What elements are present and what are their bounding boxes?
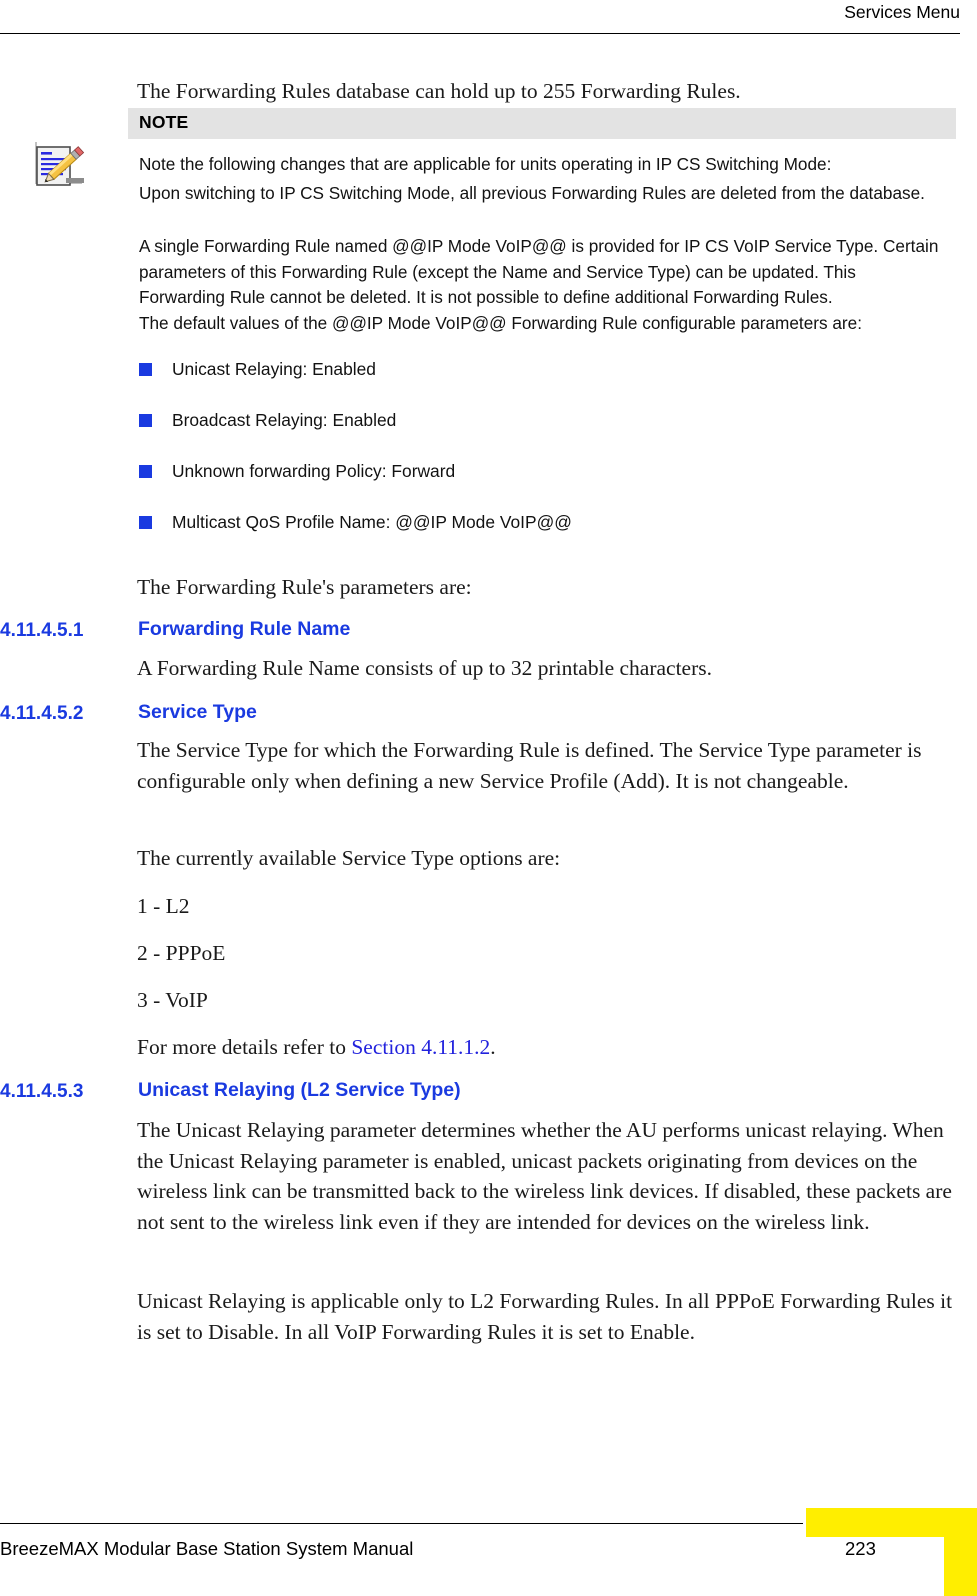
service-type-option-1: 1 - L2: [137, 894, 190, 918]
section-2-body-2: The currently available Service Type opt…: [137, 846, 561, 870]
bullet-square-icon: [139, 414, 152, 427]
footer-page-number: 223: [845, 1538, 876, 1559]
list-item: Unicast Relaying: Enabled: [139, 357, 939, 383]
note-paragraph-1: Note the following changes that are appl…: [139, 154, 832, 174]
bullet-square-icon: [139, 465, 152, 478]
cross-reference-paragraph: For more details refer to Section 4.11.1…: [137, 1032, 957, 1063]
section-heading-forwarding-rule-name[interactable]: Forwarding Rule Name: [138, 618, 350, 641]
list-item-label: Unicast Relaying: Enabled: [172, 359, 376, 379]
cross-reference-suffix: .: [490, 1035, 496, 1059]
cross-reference-prefix: For more details refer to: [137, 1035, 352, 1059]
intro-paragraph: The Forwarding Rules database can hold u…: [137, 79, 741, 103]
section-1-body: A Forwarding Rule Name consists of up to…: [137, 656, 712, 680]
note-paragraph-3: A single Forwarding Rule named @@IP Mode…: [139, 236, 939, 307]
list-item: Unknown forwarding Policy: Forward: [139, 459, 939, 485]
header-divider-rule: [0, 33, 960, 34]
page-header: Services Menu: [0, 0, 977, 44]
section-number-3: 4.11.4.5.3: [0, 1081, 84, 1102]
section-heading-unicast-relaying[interactable]: Unicast Relaying (L2 Service Type): [138, 1079, 461, 1102]
section-2-body: The Service Type for which the Forwardin…: [137, 738, 922, 793]
section-3-body: The Unicast Relaying parameter determine…: [137, 1118, 952, 1234]
note-pencil-icon: [26, 138, 98, 198]
list-item: Broadcast Relaying: Enabled: [139, 408, 939, 434]
footer-divider-rule: [0, 1523, 803, 1524]
running-header-title: Services Menu: [844, 2, 960, 22]
bullet-square-icon: [139, 363, 152, 376]
note-paragraph-4: The default values of the @@IP Mode VoIP…: [139, 313, 862, 333]
lead-in-paragraph: The Forwarding Rule's parameters are:: [137, 575, 472, 599]
cross-reference-link[interactable]: Section 4.11.1.2: [351, 1035, 490, 1059]
section-heading-service-type[interactable]: Service Type: [138, 701, 257, 724]
footer-manual-title: BreezeMAX Modular Base Station System Ma…: [0, 1538, 414, 1559]
list-item-label: Unknown forwarding Policy: Forward: [172, 461, 456, 481]
service-type-option-3: 3 - VoIP: [137, 988, 208, 1012]
section-number-2: 4.11.4.5.2: [0, 703, 84, 724]
list-item: Multicast QoS Profile Name: @@IP Mode Vo…: [139, 510, 939, 536]
page-tab-marker-vertical: [944, 1508, 977, 1596]
section-3-body-2: Unicast Relaying is applicable only to L…: [137, 1289, 953, 1344]
note-paragraph-2: Upon switching to IP CS Switching Mode, …: [139, 183, 925, 203]
note-title-bar: NOTE: [128, 108, 956, 139]
note-label: NOTE: [139, 112, 189, 132]
list-item-label: Multicast QoS Profile Name: @@IP Mode Vo…: [172, 512, 572, 532]
section-number-1: 4.11.4.5.1: [0, 620, 84, 641]
bullet-square-icon: [139, 516, 152, 529]
service-type-option-2: 2 - PPPoE: [137, 941, 226, 965]
list-item-label: Broadcast Relaying: Enabled: [172, 410, 397, 430]
